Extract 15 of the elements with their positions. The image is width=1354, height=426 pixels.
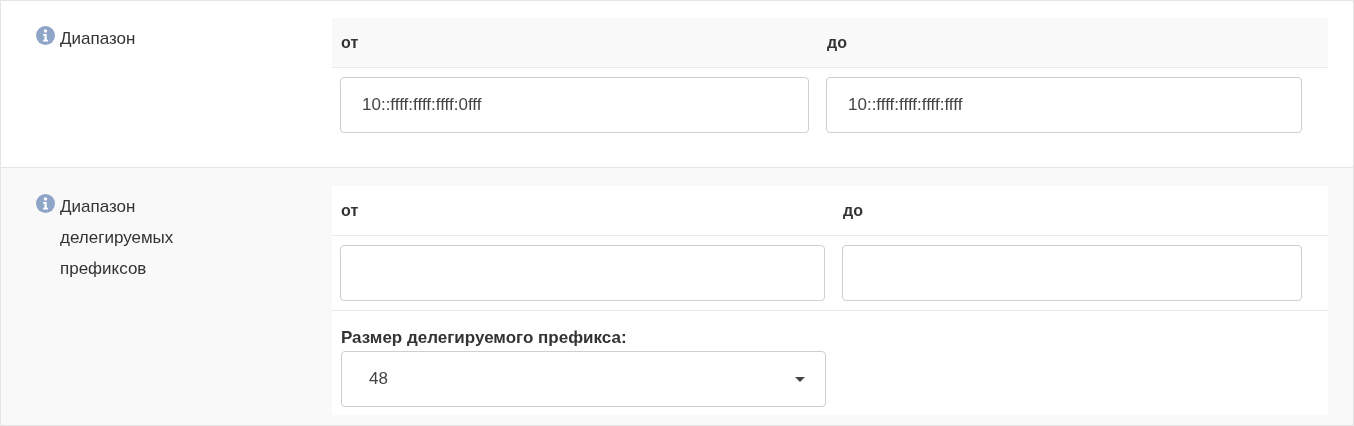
column-heading: до bbox=[843, 201, 863, 219]
text-field[interactable]: 10::ffff:ffff:ffff:0fff bbox=[340, 77, 809, 133]
info-icon bbox=[36, 26, 55, 45]
select-label: Размер делегируемого префикса: bbox=[341, 327, 628, 349]
field-label: Диапазон делегируемых префиксов bbox=[60, 196, 175, 280]
column-heading: от bbox=[341, 201, 359, 219]
column-heading: до bbox=[827, 33, 847, 51]
info-icon bbox=[36, 194, 55, 213]
field-label: Диапазон bbox=[60, 28, 137, 50]
text-field[interactable]: 10::ffff:ffff:ffff:ffff bbox=[826, 77, 1302, 133]
column-heading: от bbox=[341, 33, 359, 51]
caret-icon bbox=[795, 376, 805, 382]
text-field[interactable] bbox=[842, 245, 1302, 301]
text-field[interactable] bbox=[340, 245, 825, 301]
size-select[interactable]: 48 bbox=[341, 351, 826, 407]
